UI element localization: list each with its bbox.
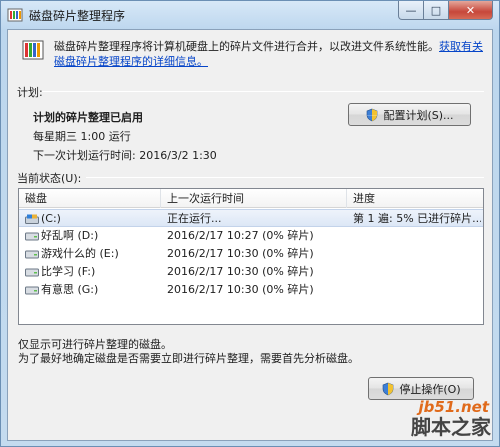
configure-schedule-label: 配置计划(S)... [383, 108, 454, 122]
schedule-group-label: 计划: [17, 86, 43, 99]
maximize-icon: □ [430, 3, 442, 17]
window-title: 磁盘碎片整理程序 [29, 9, 126, 23]
schedule-separator [42, 91, 484, 92]
main-window: 磁盘碎片整理程序 — □ ✕ 磁盘碎片整理程序将计算机硬盘上的碎片文件进行合并，… [0, 0, 500, 447]
progress [353, 281, 481, 299]
disk-row-d[interactable]: 好乱啊 (D:) 2016/2/17 10:27 (0% 碎片) [19, 227, 483, 245]
disk-row-c[interactable]: (C:) 正在运行... 第 1 遍: 5% 已进行碎片... [19, 209, 483, 227]
intro-description: 磁盘碎片整理程序将计算机硬盘上的碎片文件进行合并，以改进文件系统性能。获取有关磁… [54, 39, 484, 69]
schedule-status: 计划的碎片整理已启用 [33, 111, 143, 124]
hard-drive-icon [25, 232, 39, 241]
progress [353, 263, 481, 281]
disk-name: 游戏什么的 (E:) [41, 247, 119, 260]
column-header-progress[interactable]: 进度 [347, 189, 483, 208]
close-icon: ✕ [465, 3, 476, 17]
disk-name: 比学习 (F:) [41, 265, 96, 278]
column-header-disk[interactable]: 磁盘 [19, 189, 161, 208]
uac-shield-icon [367, 108, 378, 121]
disk-defragmenter-icon [7, 8, 23, 22]
schedule-run-time: 每星期三 1:00 运行 [33, 130, 131, 143]
minimize-button[interactable]: — [398, 1, 424, 20]
close-button[interactable]: ✕ [449, 1, 493, 20]
hard-drive-icon [25, 268, 39, 277]
site-watermark: jb51.net 脚本之家 [329, 386, 499, 446]
disk-row-g[interactable]: 有意思 (G:) 2016/2/17 10:30 (0% 碎片) [19, 281, 483, 299]
minimize-icon: — [405, 3, 417, 17]
watermark-name: 脚本之家 [411, 415, 491, 439]
column-header-last-run[interactable]: 上一次运行时间 [161, 189, 347, 208]
client-area: 磁盘碎片整理程序将计算机硬盘上的碎片文件进行合并，以改进文件系统性能。获取有关磁… [7, 29, 493, 441]
disk-name: 有意思 (G:) [41, 283, 99, 296]
maximize-button[interactable]: □ [424, 1, 449, 20]
disk-row-e[interactable]: 游戏什么的 (E:) 2016/2/17 10:30 (0% 碎片) [19, 245, 483, 263]
last-run: 正在运行... [167, 212, 222, 225]
last-run: 2016/2/17 10:30 (0% 碎片) [167, 265, 314, 278]
current-status-separator [86, 177, 484, 178]
last-run: 2016/2/17 10:30 (0% 碎片) [167, 247, 314, 260]
progress: 第 1 遍: 5% 已进行碎片... [353, 212, 481, 225]
hard-drive-icon [25, 286, 39, 295]
configure-schedule-button[interactable]: 配置计划(S)... [348, 103, 471, 126]
intro-text: 磁盘碎片整理程序将计算机硬盘上的碎片文件进行合并，以改进文件系统性能。 [54, 40, 439, 53]
disk-list[interactable]: 磁盘 上一次运行时间 进度 (C:) 正在运行... 第 1 遍: 5% 已进行… [18, 188, 484, 325]
disk-list-header: 磁盘 上一次运行时间 进度 [19, 189, 483, 208]
title-bar[interactable]: 磁盘碎片整理程序 — □ ✕ [1, 1, 499, 29]
progress [353, 245, 481, 263]
progress [353, 227, 481, 245]
disk-name: (C:) [41, 212, 61, 225]
hard-drive-icon [25, 250, 39, 259]
disk-name: 好乱啊 (D:) [41, 229, 99, 242]
system-drive-icon [25, 214, 39, 224]
last-run: 2016/2/17 10:27 (0% 碎片) [167, 229, 314, 242]
last-run: 2016/2/17 10:30 (0% 碎片) [167, 283, 314, 296]
footer-note-2: 为了最好地确定磁盘是否需要立即进行碎片整理，需要首先分析磁盘。 [18, 352, 359, 365]
current-status-label: 当前状态(U): [17, 172, 82, 185]
caption-buttons: — □ ✕ [398, 1, 493, 20]
disk-row-f[interactable]: 比学习 (F:) 2016/2/17 10:30 (0% 碎片) [19, 263, 483, 281]
schedule-next-run: 下一次计划运行时间: 2016/3/2 1:30 [33, 149, 217, 162]
disk-defragmenter-large-icon [22, 40, 44, 60]
